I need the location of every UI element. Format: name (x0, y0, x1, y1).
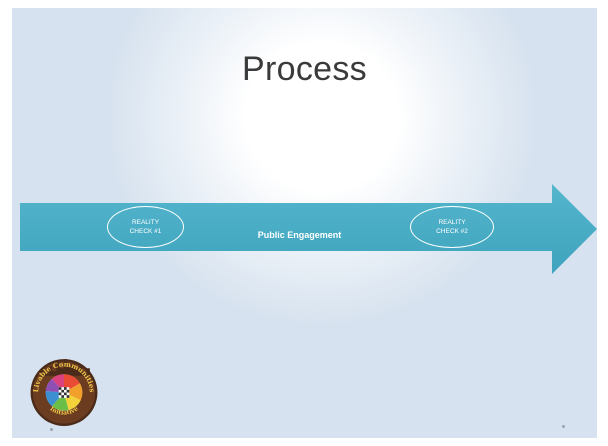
reality-check-1-line1: REALITY (131, 219, 160, 226)
reality-check-2-label: REALITY CHECK #2 (436, 218, 468, 236)
reality-check-1-label: REALITY CHECK #1 (130, 218, 162, 236)
slide: Process REALITY CHECK #1 Public Engageme… (12, 8, 597, 438)
livable-communities-logo-icon: Livable Communities Initiative (30, 359, 98, 426)
public-engagement-label: Public Engagement (257, 230, 342, 240)
reality-check-1-line2: CHECK #1 (129, 228, 162, 235)
reality-check-2-ring: REALITY CHECK #2 (410, 206, 494, 248)
footer-dot-right (562, 425, 565, 428)
footer-dot-left (50, 428, 53, 431)
reality-check-2-line1: REALITY (438, 219, 466, 226)
reality-check-1-ring: REALITY CHECK #1 (107, 206, 184, 248)
reality-check-2-line2: CHECK #2 (436, 228, 468, 235)
